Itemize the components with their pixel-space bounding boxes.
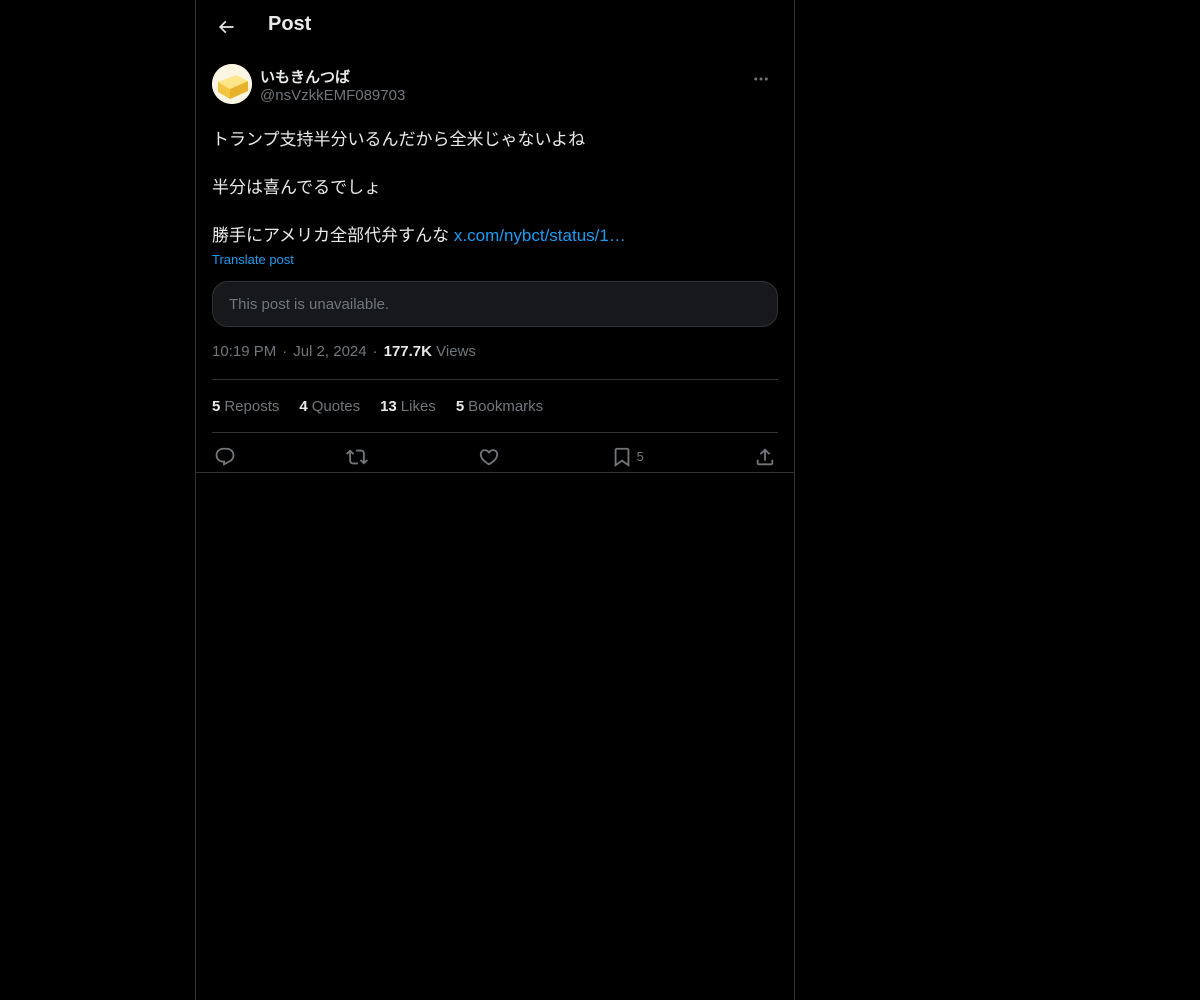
post-column: Post いもきんつば @nsVzkkEMF089703 トランプ支持半分いるん… [195,0,795,1000]
likes-count: 13 [380,397,397,415]
reposts-stat[interactable]: 5 Reposts [212,398,279,415]
post-meta: 10:19 PM · Jul 2, 2024 · 177.7K Views [212,343,778,380]
heart-icon [480,448,499,465]
butter-avatar [212,64,252,104]
page-header: Post [196,0,794,54]
quote-unavailable-text: This post is unavailable. [229,295,390,313]
quotes-stat[interactable]: 4 Quotes [299,398,360,415]
post-text-line-3: 勝手にアメリカ全部代弁すんな x.com/nybct/status/1… [212,224,778,248]
likes-label: Likes [400,397,436,415]
arrow-left-icon [218,20,234,34]
back-button[interactable] [208,9,244,45]
views-count: 177.7K [383,343,432,360]
author-display-name[interactable]: いもきんつば [260,66,350,87]
post-text-line-3-text: 勝手にアメリカ全部代弁すんな [212,226,450,245]
author-handle[interactable]: @nsVzkkEMF089703 [260,87,405,104]
post-text-line-1: トランプ支持半分いるんだから全米じゃないよね [212,130,586,149]
author-row: いもきんつば @nsVzkkEMF089703 [212,54,778,120]
reposts-label: Reposts [224,397,280,415]
post-time[interactable]: 10:19 PM [212,343,276,360]
post-bottom-divider [196,472,794,473]
reposts-count: 5 [212,397,221,415]
post-text: トランプ支持半分いるんだから全米じゃないよね 半分は喜んでるでしょ 勝手にアメリ… [212,128,778,248]
share-button[interactable] [754,446,776,468]
bookmarks-count: 5 [455,397,465,415]
quote-unavailable-card: This post is unavailable. [212,281,778,327]
post-link[interactable]: x.com/nybct/status/1… [454,226,626,245]
page-title: Post [268,13,312,35]
quotes-label: Quotes [311,397,361,415]
post-detail: いもきんつば @nsVzkkEMF089703 トランプ支持半分いるんだから全米… [196,54,794,480]
more-icon [754,77,768,81]
likes-stat[interactable]: 13 Likes [380,398,436,415]
bookmarks-label: Bookmarks [468,397,544,415]
bookmark-count: 5 [636,449,644,464]
post-date[interactable]: Jul 2, 2024 [293,343,366,360]
share-icon [756,447,774,465]
reply-icon [215,447,235,466]
like-button[interactable] [478,446,500,468]
bookmarks-stat[interactable]: 5 Bookmarks [456,398,543,415]
meta-separator: · [282,343,288,360]
meta-separator: · [372,343,378,360]
repost-button[interactable] [346,446,369,468]
post-stats: 5 Reposts 4 Quotes 13 Likes 5 Bookmarks [212,380,778,433]
bookmark-button[interactable]: 5 [611,446,644,468]
quotes-count: 4 [299,397,308,415]
post-text-line-2: 半分は喜んでるでしょ [212,178,382,197]
translate-post-link[interactable]: Translate post [212,252,294,267]
more-options-button[interactable] [744,62,778,96]
bookmark-icon [614,447,629,467]
repost-icon [346,449,369,464]
views-label: Views [436,343,476,360]
avatar[interactable] [212,64,252,104]
reply-button[interactable] [214,446,236,468]
